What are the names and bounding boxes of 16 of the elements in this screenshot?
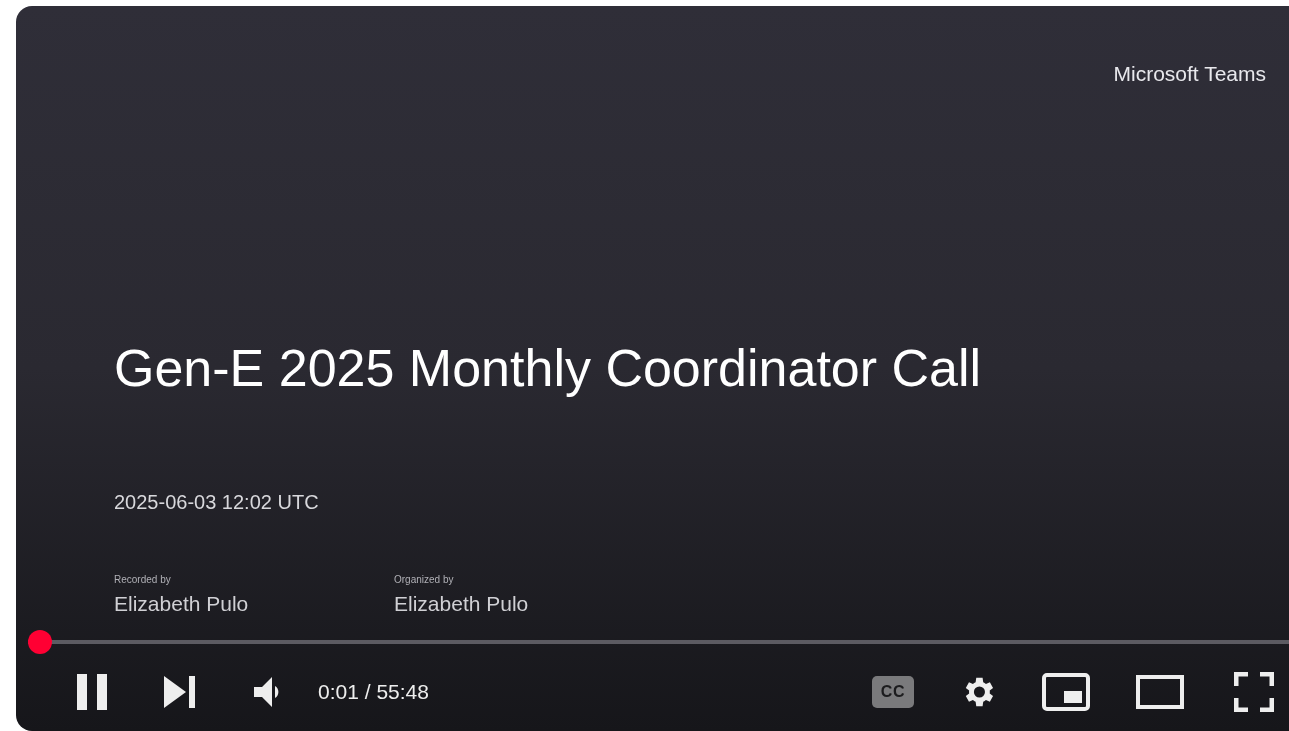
credit-label: Recorded by <box>114 574 172 586</box>
credit-name: Elizabeth Pulo <box>114 592 250 616</box>
credit-label: Organized by <box>394 574 455 586</box>
credit-name: Elizabeth Pulo <box>394 592 530 616</box>
progress-bar[interactable] <box>28 630 1289 654</box>
progress-handle[interactable] <box>28 630 52 654</box>
fullscreen-icon <box>1234 672 1274 713</box>
brand-label: Microsoft Teams <box>1113 62 1266 86</box>
skip-next-icon <box>164 676 196 709</box>
meeting-date: 2025-06-03 12:02 UTC <box>114 491 319 513</box>
time-display: 0:01 / 55:48 <box>318 679 429 706</box>
wide-rectangle-icon <box>1136 675 1184 710</box>
slide-title: Gen-E 2025 Monthly Coordinator Call <box>114 339 982 397</box>
captions-button[interactable]: CC <box>872 676 914 709</box>
pause-icon <box>77 674 107 711</box>
miniplayer-icon <box>1042 673 1090 712</box>
